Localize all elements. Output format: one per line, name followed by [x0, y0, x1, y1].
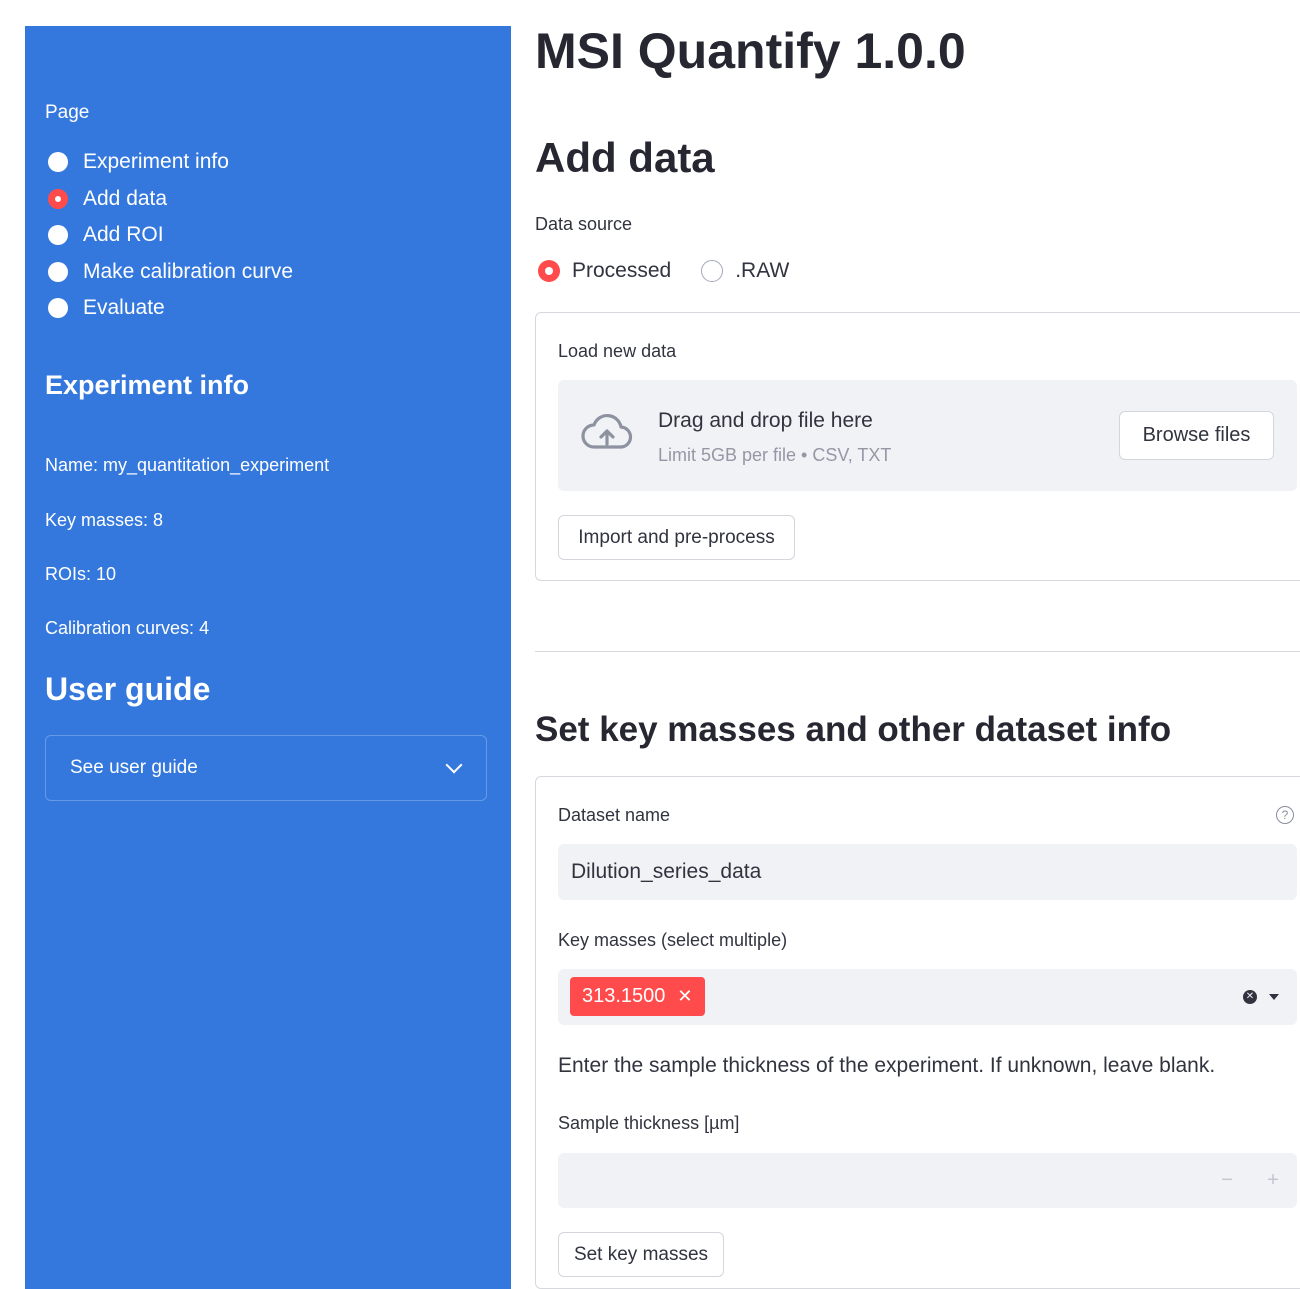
app-page: Page Experiment info Add data Add ROI Ma… — [0, 0, 1300, 1289]
nav-item-make-calibration-curve[interactable]: Make calibration curve — [48, 254, 293, 291]
radio-label: Processed — [572, 259, 672, 282]
dropdown-caret-icon[interactable] — [1269, 994, 1279, 1000]
dataset-name-label: Dataset name — [558, 805, 671, 825]
add-data-heading: Add data — [535, 134, 715, 181]
chevron-down-icon — [445, 756, 463, 774]
nav-item-label: Make calibration curve — [83, 259, 294, 283]
rois-count: ROIs: 10 — [45, 564, 117, 584]
help-icon[interactable]: ? — [1276, 806, 1294, 824]
nav-item-label: Add data — [83, 186, 168, 210]
tag-label: 313.1500 — [582, 985, 666, 1007]
sample-thickness-number-input: − + — [558, 1153, 1297, 1208]
thickness-instructions: Enter the sample thickness of the experi… — [558, 1054, 1216, 1077]
user-guide-expander[interactable]: See user guide — [45, 735, 487, 801]
radio-checked-icon — [538, 260, 560, 282]
sample-thickness-label: Sample thickness [µm] — [558, 1113, 740, 1133]
page-nav-label: Page — [45, 102, 90, 123]
set-key-masses-heading: Set key masses and other dataset info — [535, 710, 1172, 749]
section-divider — [535, 651, 1300, 652]
import-preprocess-button[interactable]: Import and pre-process — [558, 515, 795, 560]
expander-label: See user guide — [70, 757, 198, 778]
remove-tag-icon[interactable]: ✕ — [677, 986, 692, 1007]
increment-icon[interactable]: + — [1260, 1167, 1286, 1193]
set-key-masses-button[interactable]: Set key masses — [558, 1232, 724, 1277]
decrement-icon[interactable]: − — [1214, 1167, 1240, 1193]
dropzone-limit: Limit 5GB per file • CSV, TXT — [658, 445, 892, 465]
data-source-radio-group: Processed .RAW — [538, 259, 819, 283]
calibration-curves-count: Calibration curves: 4 — [45, 618, 210, 638]
nav-item-experiment-info[interactable]: Experiment info — [48, 144, 293, 181]
radio-icon — [48, 261, 68, 282]
key-masses-multiselect[interactable]: 313.1500 ✕ ✕ — [558, 969, 1297, 1025]
nav-item-label: Experiment info — [83, 150, 229, 174]
sidebar: Page Experiment info Add data Add ROI Ma… — [25, 26, 511, 1289]
radio-icon — [48, 298, 68, 319]
page-nav: Experiment info Add data Add ROI Make ca… — [48, 144, 293, 327]
radio-icon — [48, 152, 68, 173]
load-new-data-label: Load new data — [558, 341, 677, 361]
key-masses-label: Key masses (select multiple) — [558, 930, 788, 950]
radio-label: .RAW — [735, 259, 790, 282]
sample-thickness-input[interactable] — [558, 1153, 1198, 1208]
nav-item-label: Evaluate — [83, 296, 165, 320]
radio-icon — [701, 260, 724, 282]
experiment-name: Name: my_quantitation_experiment — [45, 455, 330, 475]
experiment-info-heading: Experiment info — [45, 370, 250, 400]
selected-mass-tag: 313.1500 ✕ — [570, 977, 705, 1016]
nav-item-add-data[interactable]: Add data — [48, 181, 293, 218]
data-source-processed[interactable]: Processed — [538, 259, 671, 283]
cloud-upload-icon — [581, 414, 633, 449]
dataset-name-input[interactable] — [558, 844, 1297, 900]
radio-icon — [48, 225, 68, 246]
user-guide-heading: User guide — [45, 671, 211, 707]
data-source-label: Data source — [535, 214, 633, 234]
nav-item-add-roi[interactable]: Add ROI — [48, 217, 293, 254]
clear-all-icon[interactable]: ✕ — [1243, 990, 1257, 1004]
key-masses-count: Key masses: 8 — [45, 510, 164, 530]
radio-checked-icon — [48, 188, 68, 209]
dropzone-title: Drag and drop file here — [658, 409, 873, 432]
app-title: MSI Quantify 1.0.0 — [535, 23, 966, 79]
nav-item-label: Add ROI — [83, 223, 164, 247]
nav-item-evaluate[interactable]: Evaluate — [48, 290, 293, 327]
browse-files-button[interactable]: Browse files — [1119, 411, 1274, 460]
data-source-raw[interactable]: .RAW — [701, 259, 789, 283]
